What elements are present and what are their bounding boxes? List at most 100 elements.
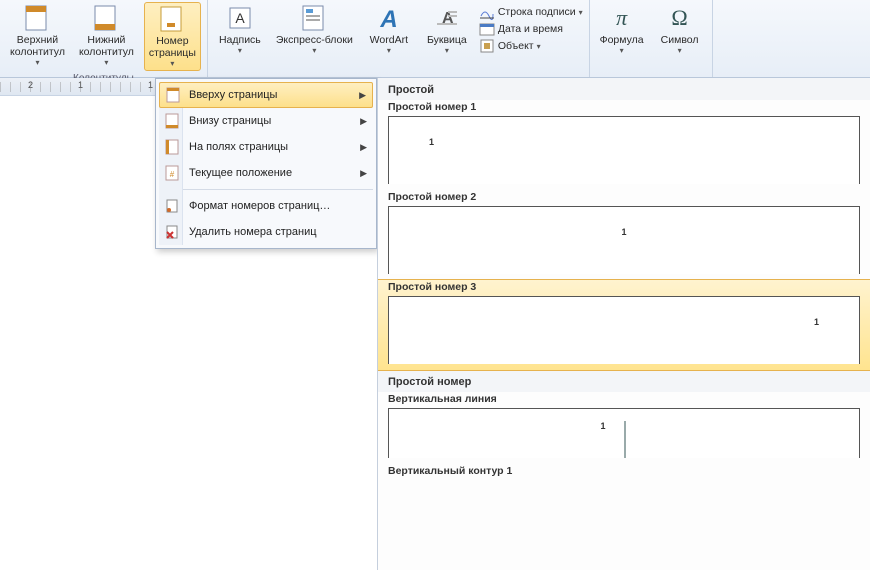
dropdown-icon: ▾: [620, 46, 624, 55]
quickparts-label: Экспресс-блоки: [276, 34, 353, 46]
group-symbols: π Формула ▾ Ω Символ ▾: [590, 0, 713, 77]
dropcap-button[interactable]: A Буквица ▾: [421, 2, 473, 57]
margins-icon: [164, 139, 180, 155]
gallery-item-simple-1[interactable]: Простой номер 1 1: [378, 100, 870, 190]
menu-top-of-page[interactable]: Вверху страницы ▶: [159, 82, 373, 108]
footer-button[interactable]: Нижний колонтитул ▾: [75, 2, 138, 71]
dropdown-icon: ▾: [35, 58, 39, 67]
menu-label: Текущее положение: [189, 167, 292, 179]
dropdown-icon: ▾: [579, 8, 583, 17]
gallery-caption: Вертикальный контур 1: [388, 465, 860, 477]
svg-text:A: A: [235, 10, 245, 26]
gallery-section-number: Простой номер: [378, 370, 870, 392]
header-icon: [21, 4, 53, 32]
position-icon: #: [164, 165, 180, 181]
menu-label: Вверху страницы: [189, 89, 277, 101]
textbox-button[interactable]: A Надпись ▾: [214, 2, 266, 57]
signature-icon: [479, 4, 495, 20]
footer-label: Нижний колонтитул: [79, 34, 134, 58]
page-number-icon: [156, 5, 188, 33]
dropdown-icon: ▾: [678, 46, 682, 55]
gallery-caption: Простой номер 2: [388, 191, 860, 203]
menu-format-numbers[interactable]: Формат номеров страниц…: [159, 193, 373, 219]
page-number-preview: 1: [601, 421, 606, 431]
object-button[interactable]: Объект ▾: [479, 38, 583, 54]
bottom-page-icon: [164, 113, 180, 129]
menu-current-position[interactable]: # Текущее положение ▶: [159, 160, 373, 186]
object-label: Объект: [498, 40, 534, 52]
datetime-icon: [479, 21, 495, 37]
ruler-mark: 1: [78, 80, 83, 90]
signature-line-button[interactable]: Строка подписи ▾: [479, 4, 583, 20]
menu-label: Удалить номера страниц: [189, 226, 317, 238]
header-label: Верхний колонтитул: [10, 34, 65, 58]
ruler: 2 1 1: [0, 78, 160, 96]
gallery-caption: Вертикальная линия: [388, 393, 860, 405]
submenu-arrow-icon: ▶: [360, 168, 367, 179]
ribbon: Верхний колонтитул ▾ Нижний колонтитул ▾…: [0, 0, 870, 78]
dropdown-icon: ▾: [170, 59, 174, 68]
svg-text:A: A: [379, 6, 397, 31]
gallery-item-vertical-outline-1[interactable]: Вертикальный контур 1: [378, 464, 870, 486]
dropdown-icon: ▾: [387, 46, 391, 55]
signature-label: Строка подписи: [498, 6, 576, 18]
dropdown-icon: ▾: [312, 46, 316, 55]
menu-bottom-of-page[interactable]: Внизу страницы ▶: [159, 108, 373, 134]
group-headers: Верхний колонтитул ▾ Нижний колонтитул ▾…: [0, 0, 208, 77]
header-button[interactable]: Верхний колонтитул ▾: [6, 2, 69, 71]
quickparts-button[interactable]: Экспресс-блоки ▾: [272, 2, 357, 57]
gallery-item-simple-3[interactable]: Простой номер 3 1: [378, 280, 870, 370]
equation-button[interactable]: π Формула ▾: [596, 2, 648, 57]
gallery-preview: 1: [388, 296, 860, 364]
page-number-preview: 1: [429, 137, 434, 147]
object-icon: [479, 38, 495, 54]
submenu-arrow-icon: ▶: [359, 90, 366, 101]
svg-text:#: #: [170, 170, 175, 179]
menu-page-margins[interactable]: На полях страницы ▶: [159, 134, 373, 160]
wordart-icon: A: [373, 4, 405, 32]
ruler-mark: 1: [148, 80, 153, 90]
wordart-button[interactable]: A WordArt ▾: [363, 2, 415, 57]
datetime-button[interactable]: Дата и время: [479, 21, 583, 37]
vertical-line-icon: [624, 421, 626, 458]
gallery-item-vertical-line[interactable]: Вертикальная линия 1: [378, 392, 870, 464]
page-number-preview: 1: [621, 227, 626, 237]
equation-icon: π: [606, 4, 638, 32]
remove-icon: [164, 224, 180, 240]
submenu-arrow-icon: ▶: [360, 142, 367, 153]
footer-icon: [90, 4, 122, 32]
mini-list: Строка подписи ▾ Дата и время Объект ▾: [479, 2, 583, 57]
dropcap-label: Буквица: [427, 34, 467, 46]
menu-label: Внизу страницы: [189, 115, 271, 127]
ruler-mark: 2: [28, 80, 33, 90]
dropdown-icon: ▾: [238, 46, 242, 55]
symbol-icon: Ω: [664, 4, 696, 32]
menu-label: На полях страницы: [189, 141, 288, 153]
gallery-preview: 1: [388, 206, 860, 274]
page-number-label: Номер страницы: [149, 35, 196, 59]
gallery-item-simple-2[interactable]: Простой номер 2 1: [378, 190, 870, 280]
menu-separator: [159, 189, 373, 190]
gallery-panel: Простой Простой номер 1 1 Простой номер …: [377, 78, 870, 570]
wordart-label: WordArt: [370, 34, 408, 46]
dropcap-icon: A: [431, 4, 463, 32]
dropdown-icon: ▾: [445, 46, 449, 55]
symbol-label: Символ: [661, 34, 699, 46]
format-icon: [164, 198, 180, 214]
gallery-section-simple: Простой: [378, 78, 870, 100]
gallery-caption: Простой номер 1: [388, 101, 860, 113]
top-page-icon: [165, 87, 181, 103]
menu-remove-numbers[interactable]: Удалить номера страниц: [159, 219, 373, 245]
datetime-label: Дата и время: [498, 23, 563, 35]
textbox-label: Надпись: [219, 34, 261, 46]
equation-label: Формула: [600, 34, 644, 46]
page-number-button[interactable]: Номер страницы ▾: [144, 2, 201, 71]
textbox-icon: A: [224, 4, 256, 32]
menu-label: Формат номеров страниц…: [189, 200, 330, 212]
symbol-button[interactable]: Ω Символ ▾: [654, 2, 706, 57]
gallery-caption: Простой номер 3: [388, 281, 860, 293]
dropdown-icon: ▾: [537, 42, 541, 51]
group-text: A Надпись ▾ Экспресс-блоки ▾ A WordArt ▾: [208, 0, 590, 77]
page-number-preview: 1: [814, 317, 819, 327]
page-number-menu: Вверху страницы ▶ Внизу страницы ▶ На по…: [155, 78, 377, 249]
